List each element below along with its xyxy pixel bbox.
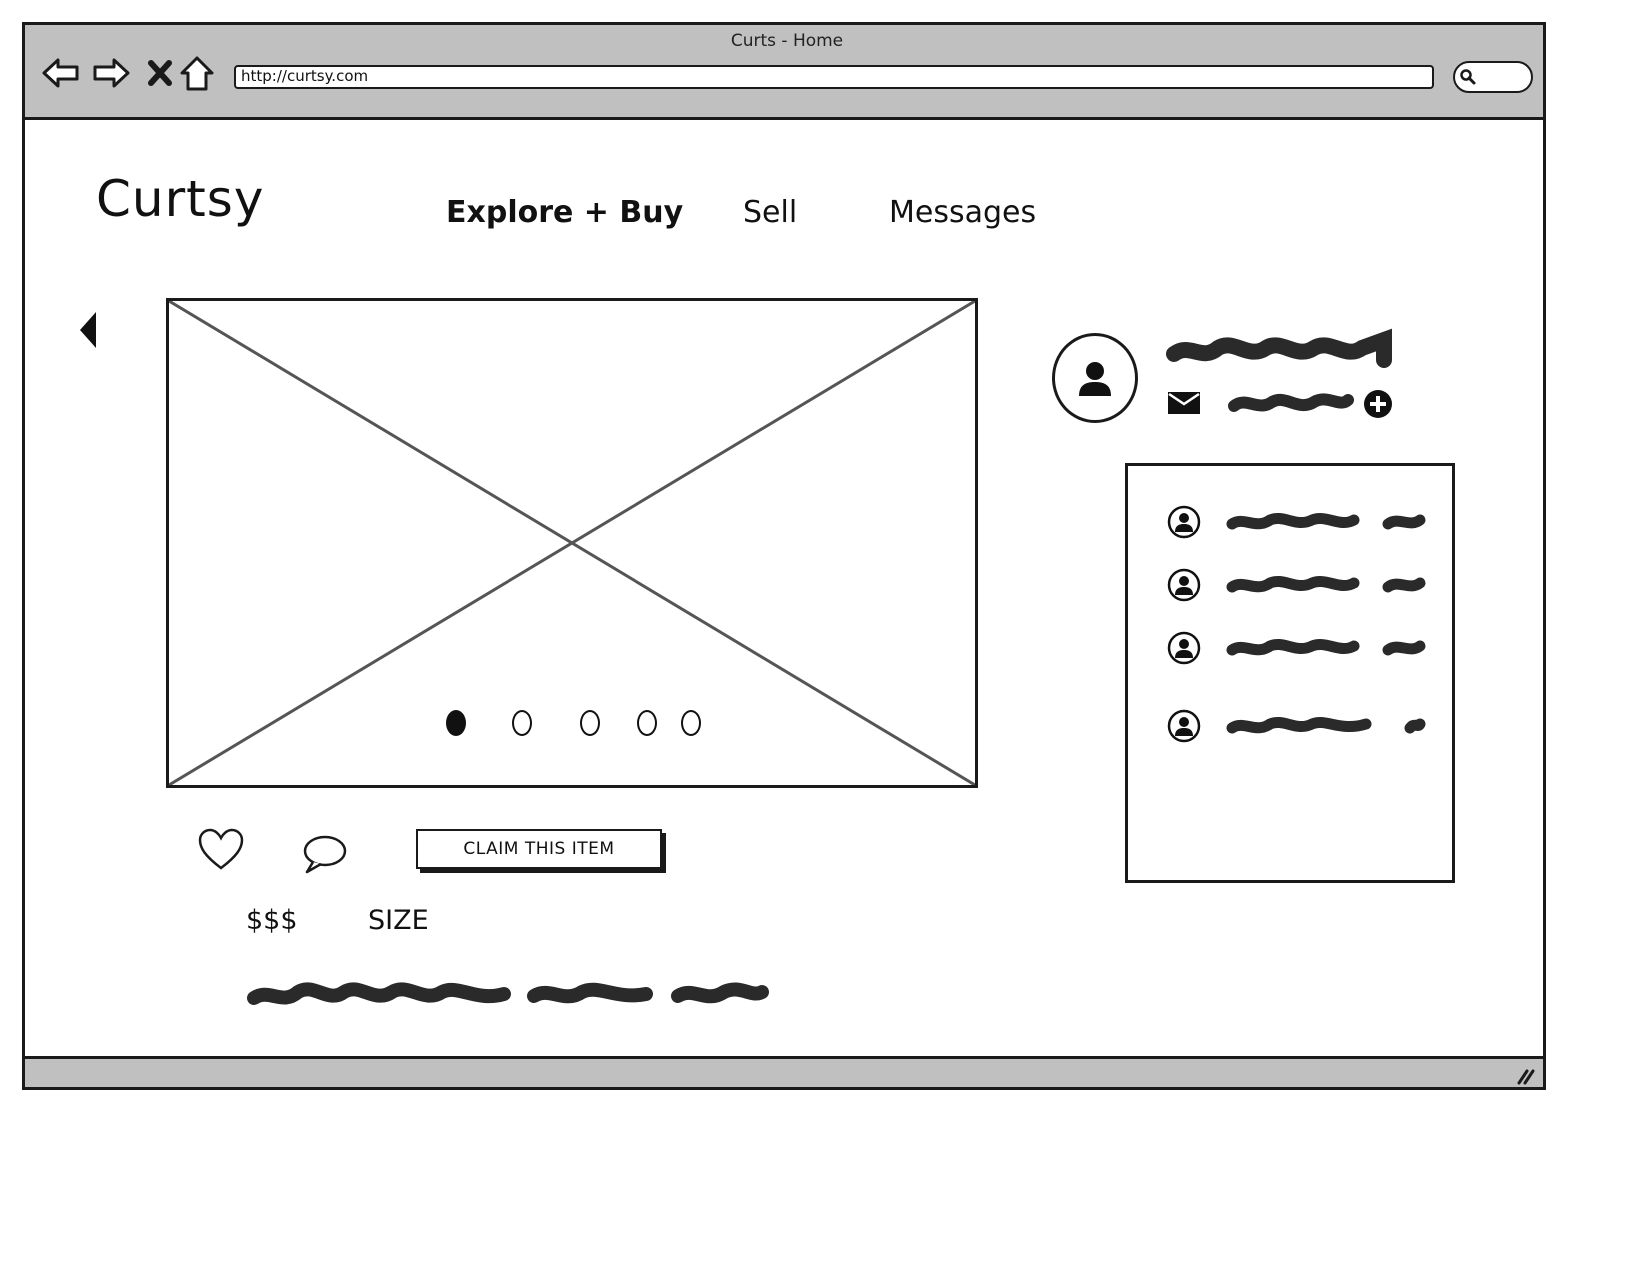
carousel-dot-3[interactable]: [580, 710, 600, 736]
carousel-dot-4[interactable]: [637, 710, 657, 736]
window-title: Curts - Home: [730, 31, 844, 51]
nav-sell[interactable]: Sell: [743, 195, 797, 230]
item-image-placeholder: [166, 298, 978, 788]
item-price: $$$: [246, 905, 298, 936]
heart-icon[interactable]: [197, 828, 245, 872]
browser-search-field[interactable]: [1453, 61, 1533, 93]
nav-messages[interactable]: Messages: [889, 195, 1036, 230]
claim-item-button[interactable]: CLAIM THIS ITEM: [416, 829, 662, 869]
carousel-dot-5[interactable]: [681, 710, 701, 736]
user-circle-icon: [1167, 505, 1201, 539]
seller-handle-scribble: [1226, 388, 1356, 418]
list-item[interactable]: [1166, 708, 1436, 744]
mail-icon[interactable]: [1166, 388, 1202, 418]
browser-status-bar: [22, 1056, 1546, 1090]
home-icon[interactable]: [179, 55, 215, 91]
seller-name-scribble: [1166, 328, 1392, 372]
carousel-dot-1[interactable]: [446, 710, 466, 736]
back-arrow-icon[interactable]: [41, 55, 79, 91]
browser-chrome: Curts - Home http://curtsy.com: [22, 22, 1546, 120]
app-logo[interactable]: Curtsy: [96, 170, 264, 228]
carousel-dot-2[interactable]: [512, 710, 532, 736]
nav-explore-buy[interactable]: Explore + Buy: [446, 195, 683, 230]
user-circle-icon: [1167, 709, 1201, 743]
close-x-icon[interactable]: [145, 55, 181, 91]
item-description-scribble: [246, 972, 771, 1016]
list-item[interactable]: [1166, 630, 1436, 666]
item-size: SIZE: [368, 905, 429, 936]
seller-avatar[interactable]: [1052, 333, 1138, 423]
resize-grip-icon[interactable]: [1515, 1067, 1537, 1085]
user-circle-icon: [1167, 631, 1201, 665]
url-input[interactable]: http://curtsy.com: [234, 65, 1434, 89]
user-icon: [1079, 362, 1111, 396]
user-circle-icon: [1167, 568, 1201, 602]
list-item[interactable]: [1166, 567, 1436, 603]
list-item[interactable]: [1166, 504, 1436, 540]
comment-bubble-icon[interactable]: [301, 832, 349, 876]
forward-arrow-icon[interactable]: [91, 55, 130, 91]
back-caret-icon[interactable]: [74, 308, 102, 352]
plus-circle-icon[interactable]: [1362, 388, 1394, 420]
search-icon: [1460, 69, 1476, 85]
